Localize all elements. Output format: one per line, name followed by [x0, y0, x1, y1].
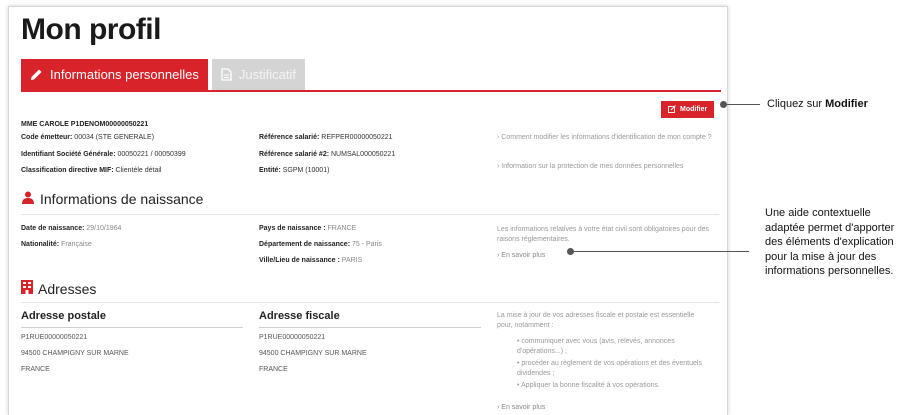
callout-line — [724, 104, 760, 105]
help-bullet: • communiquer avec vous (avis, relevés, … — [517, 338, 675, 355]
callout-modifier: Cliquez sur Modifier — [767, 98, 868, 110]
section-divider — [21, 302, 719, 303]
modifier-label: Modifier — [680, 106, 708, 113]
help-bullet: • procéder au règlement de vos opération… — [517, 360, 702, 377]
tab-justificatif[interactable]: Justificatif — [211, 59, 305, 90]
departement-naissance: Département de naissance: 75 - Paris — [259, 241, 382, 248]
section-divider — [21, 214, 719, 215]
code-emetteur: Code émetteur: 00034 (STE GENERALE) — [21, 134, 155, 141]
section-title-naissance: Informations de naissance — [21, 191, 203, 207]
help-text-naissance: Les informations relatives à votre état … — [497, 226, 710, 243]
profile-window: Mon profil Informations personnelles Jus… — [8, 6, 728, 415]
help-text-adresses: La mise à jour de vos adresses fiscale e… — [497, 312, 695, 329]
tab-label: Justificatif — [238, 67, 296, 82]
person-icon — [21, 191, 35, 207]
pencil-icon — [30, 68, 43, 81]
chevron-right-icon: › — [497, 163, 500, 170]
date-naissance: Date de naissance: 29/10/1964 — [21, 225, 122, 232]
chevron-right-icon: › — [497, 252, 500, 259]
chevron-right-icon: › — [497, 134, 500, 141]
callout-aide-contextuelle: Une aide contextuelle adaptée permet d'a… — [765, 207, 895, 277]
modifier-button[interactable]: Modifier — [661, 101, 715, 118]
reference-salarie-2: Référence salarié #2: NUMSAL000050221 — [259, 151, 396, 158]
identifiant-sg: Identifiant Société Générale: 00050221 /… — [21, 151, 186, 158]
edit-icon — [668, 104, 676, 115]
reference-salarie: Référence salarié: REFPER00000050221 — [259, 134, 393, 141]
adresse-postale-title: Adresse postale — [21, 310, 106, 322]
adresse-postale-line: 94500 CHAMPIGNY SUR MARNE — [21, 350, 129, 357]
page-title: Mon profil — [21, 13, 161, 46]
adresse-fiscale-line: P1RUE00000050221 — [259, 334, 326, 341]
address-divider — [259, 327, 481, 328]
en-savoir-plus-naissance-link[interactable]: › En savoir plus — [497, 252, 545, 259]
building-icon — [21, 280, 33, 297]
pays-naissance: Pays de naissance : FRANCE — [259, 225, 357, 232]
callout-line — [571, 251, 749, 252]
tab-bar: Informations personnelles Justificatif — [21, 59, 305, 90]
nationalite: Nationalité: Française — [21, 241, 92, 248]
adresse-postale-line: FRANCE — [21, 366, 50, 373]
adresse-fiscale-title: Adresse fiscale — [259, 310, 340, 322]
en-savoir-plus-adresses-link[interactable]: › En savoir plus — [497, 404, 545, 411]
classification-mif: Classification directive MIF: Clientèle … — [21, 167, 162, 174]
adresse-fiscale-line: 94500 CHAMPIGNY SUR MARNE — [259, 350, 367, 357]
help-bullet: • Appliquer la bonne fiscalité à vos opé… — [517, 382, 660, 389]
section-title-adresses: Adresses — [21, 280, 96, 297]
chevron-right-icon: › — [497, 404, 500, 411]
ville-naissance: Ville/Lieu de naissance : PARIS — [259, 257, 363, 264]
tab-underline — [21, 90, 721, 92]
tab-informations-personnelles[interactable]: Informations personnelles — [21, 59, 208, 90]
help-link-modifier-identification[interactable]: › Comment modifier les informations d'id… — [497, 133, 723, 143]
adresse-postale-line: P1RUE00000050221 — [21, 334, 88, 341]
address-divider — [21, 327, 243, 328]
tab-label: Informations personnelles — [50, 67, 199, 82]
adresse-fiscale-line: FRANCE — [259, 366, 288, 373]
help-link-protection-donnees[interactable]: › Information sur la protection de mes d… — [497, 162, 723, 172]
document-icon — [221, 68, 232, 81]
entite: Entité: SGPM (10001) — [259, 167, 330, 174]
holder-name: MME CAROLE P1DENOM00000050221 — [21, 121, 149, 128]
